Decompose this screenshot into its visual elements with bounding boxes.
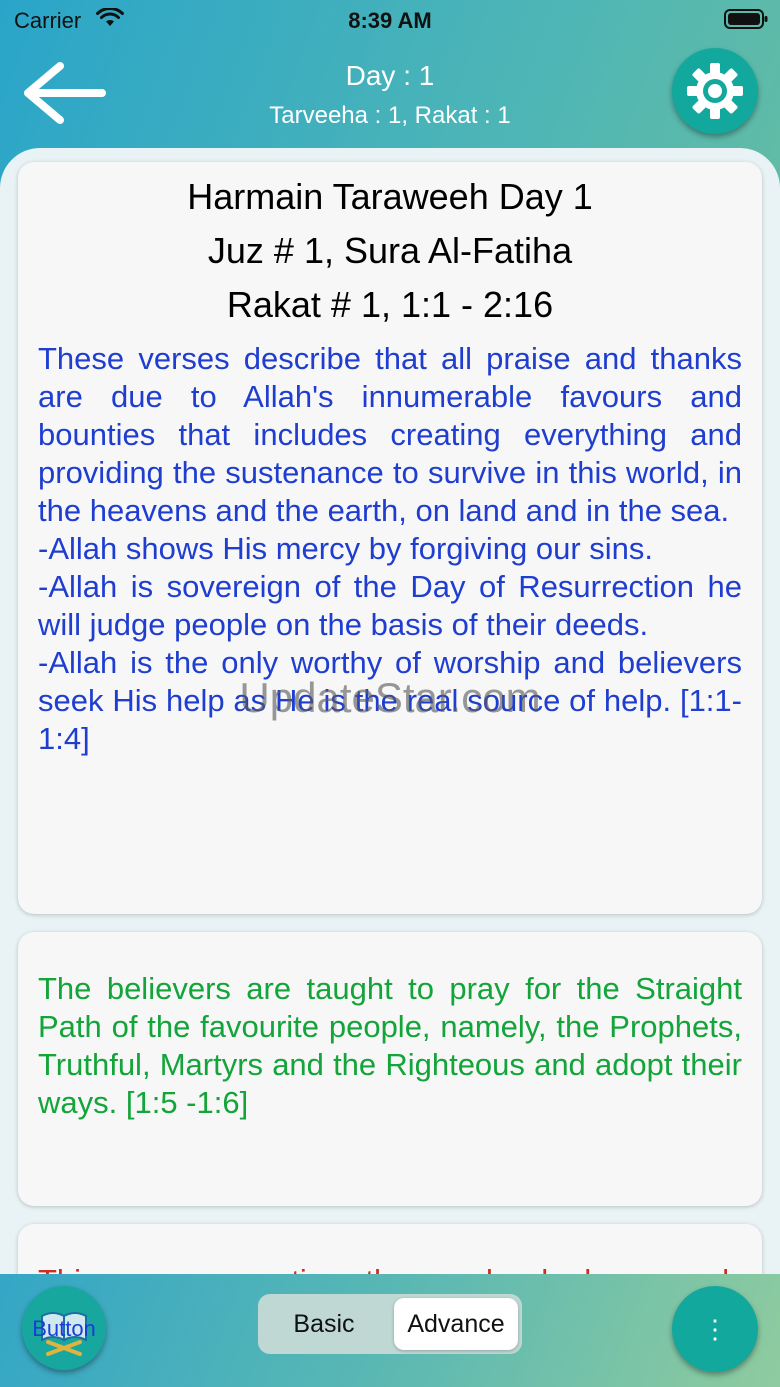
bottom-toolbar: Button Basic Advance ⋮ <box>0 1274 780 1387</box>
more-vertical-icon: ⋮ <box>702 1314 728 1344</box>
settings-button[interactable] <box>672 48 758 134</box>
summary-paragraph: These verses describe that all praise an… <box>38 341 742 528</box>
more-options-button[interactable]: ⋮ <box>672 1286 758 1372</box>
status-bar: Carrier 8:39 AM <box>0 0 780 40</box>
summary-card: This passage mentions the people who hav… <box>18 1224 762 1274</box>
clock: 8:39 AM <box>348 8 432 33</box>
card-juz-sura: Juz # 1, Sura Al-Fatiha <box>207 230 573 271</box>
page-title: Day : 1 <box>345 60 435 91</box>
content-panel[interactable]: Harmain Taraweeh Day 1 Juz # 1, Sura Al-… <box>0 148 780 1274</box>
summary-paragraph: This passage mentions the people who hav… <box>38 1262 742 1274</box>
gear-icon <box>687 63 743 119</box>
summary-card: The believers are taught to pray for the… <box>18 932 762 1206</box>
page-subtitle: Tarveeha : 1, Rakat : 1 <box>269 102 511 129</box>
summary-card: Harmain Taraweeh Day 1 Juz # 1, Sura Al-… <box>18 162 762 914</box>
segment-basic[interactable]: Basic <box>262 1298 386 1350</box>
summary-paragraph: -Allah is sovereign of the Day of Resurr… <box>38 569 742 642</box>
quran-book-button[interactable]: Button <box>22 1286 106 1370</box>
segment-advance[interactable]: Advance <box>394 1298 518 1350</box>
summary-paragraph: -Allah shows His mercy by forgiving our … <box>38 531 654 566</box>
summary-paragraph: The believers are taught to pray for the… <box>38 971 742 1120</box>
card-title: Harmain Taraweeh Day 1 <box>187 176 593 217</box>
view-mode-segmented-control[interactable]: Basic Advance <box>258 1294 522 1354</box>
summary-paragraph: -Allah is the only worthy of worship and… <box>38 645 742 756</box>
book-button-label: Button <box>32 1316 96 1341</box>
battery-icon <box>724 9 768 29</box>
card-rakat-range: Rakat # 1, 1:1 - 2:16 <box>226 284 554 325</box>
